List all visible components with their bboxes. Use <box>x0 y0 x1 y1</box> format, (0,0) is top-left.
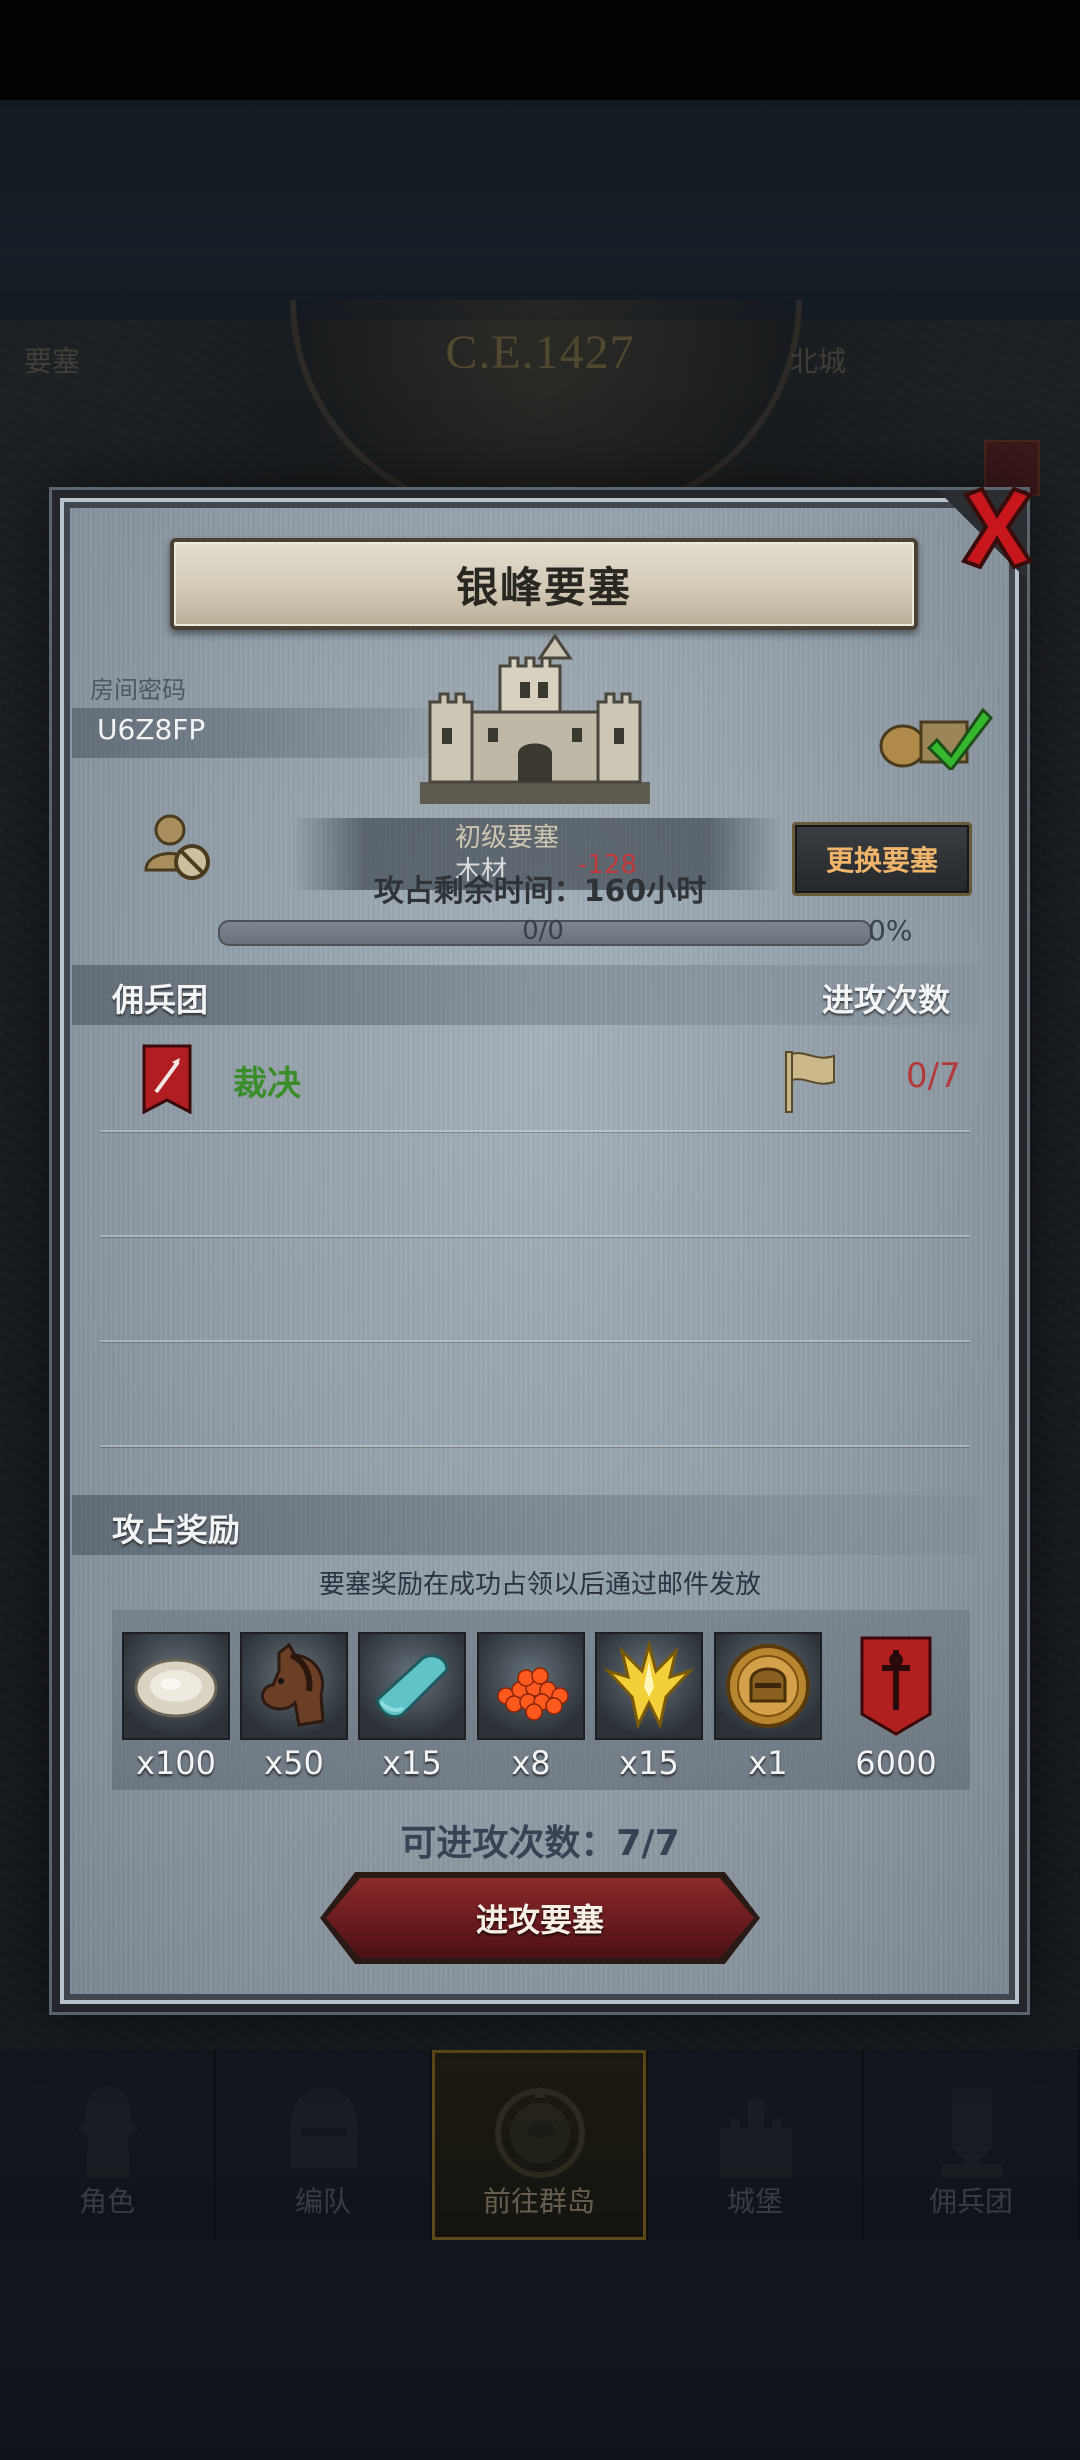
cloth-icon <box>375 1654 449 1719</box>
rewards-note: 要塞奖励在成功占领以后通过邮件发放 <box>318 1570 761 1600</box>
capture-progress-percent: 0% <box>868 914 913 947</box>
fortress-tier: 初级要塞 <box>455 823 560 853</box>
reward-item[interactable]: x15 <box>356 1632 468 1782</box>
capture-time-remaining: 攻占剩余时间：160小时 <box>373 874 707 909</box>
row-divider <box>100 1235 970 1237</box>
title-banner: 银峰要塞 <box>170 538 918 630</box>
reward-icon-frame <box>595 1632 703 1740</box>
flag-icon <box>785 1051 835 1113</box>
close-button[interactable] <box>960 485 1034 569</box>
reward-qty: x1 <box>748 1744 788 1782</box>
reward-icon-frame <box>842 1632 950 1740</box>
reward-item[interactable]: 6000 <box>840 1632 952 1782</box>
reward-icon-frame <box>122 1632 230 1740</box>
mercenary-row[interactable] <box>100 1038 980 1130</box>
reward-item[interactable]: x8 <box>475 1632 587 1782</box>
reward-qty: 6000 <box>855 1744 937 1782</box>
horse-icon <box>261 1642 325 1727</box>
mercenary-attempts: 0/7 <box>906 1056 961 1096</box>
row-divider <box>100 1445 970 1447</box>
mercenary-banner-icon <box>142 1044 192 1114</box>
close-icon <box>960 486 1034 569</box>
mercenary-name: 裁决 <box>233 1064 301 1104</box>
caviar-icon <box>497 1667 569 1721</box>
reward-icon-frame <box>714 1632 822 1740</box>
reward-icon-frame <box>240 1632 348 1740</box>
reward-icon-frame <box>477 1632 585 1740</box>
helmet-medal-icon <box>726 1644 810 1728</box>
dialog-title: 银峰要塞 <box>455 562 632 612</box>
reward-item[interactable]: x100 <box>120 1632 232 1782</box>
row-divider <box>100 1130 970 1132</box>
room-code[interactable]: U6Z8FP <box>97 713 205 746</box>
attack-times-remaining: 可进攻次数：7/7 <box>400 1823 680 1864</box>
attack-fortress-button[interactable]: 进攻要塞 <box>326 1878 754 1958</box>
attack-fortress-label: 进攻要塞 <box>475 1901 604 1939</box>
reward-icon-frame <box>358 1632 466 1740</box>
reward-item[interactable]: x50 <box>238 1632 350 1782</box>
reward-item[interactable]: x1 <box>712 1632 824 1782</box>
fortress-icon <box>420 633 650 804</box>
mercenary-section-title: 佣兵团 <box>112 981 209 1019</box>
supply-check-icon <box>879 707 993 770</box>
red-banner-icon <box>860 1636 932 1736</box>
rewards-section-title: 攻占奖励 <box>112 1511 241 1549</box>
reward-item[interactable]: x15 <box>593 1632 705 1782</box>
row-divider <box>100 1340 970 1342</box>
reward-qty: x8 <box>511 1744 551 1782</box>
room-code-label: 房间密码 <box>90 676 186 704</box>
reward-qty: x100 <box>135 1744 216 1782</box>
golden-crown-icon <box>604 1641 694 1730</box>
reward-qty: x15 <box>382 1744 442 1782</box>
capture-progress-text: 0/0 <box>522 916 564 946</box>
reward-qty: x50 <box>264 1744 324 1782</box>
game-screen: C.E.1427 要塞 北城 角色 编队 前往群岛 城堡 佣兵团 银峰要塞 房间… <box>0 0 1080 2460</box>
oyster-icon <box>134 1658 218 1718</box>
reward-qty: x15 <box>619 1744 679 1782</box>
attack-count-header: 进攻次数 <box>822 981 951 1019</box>
